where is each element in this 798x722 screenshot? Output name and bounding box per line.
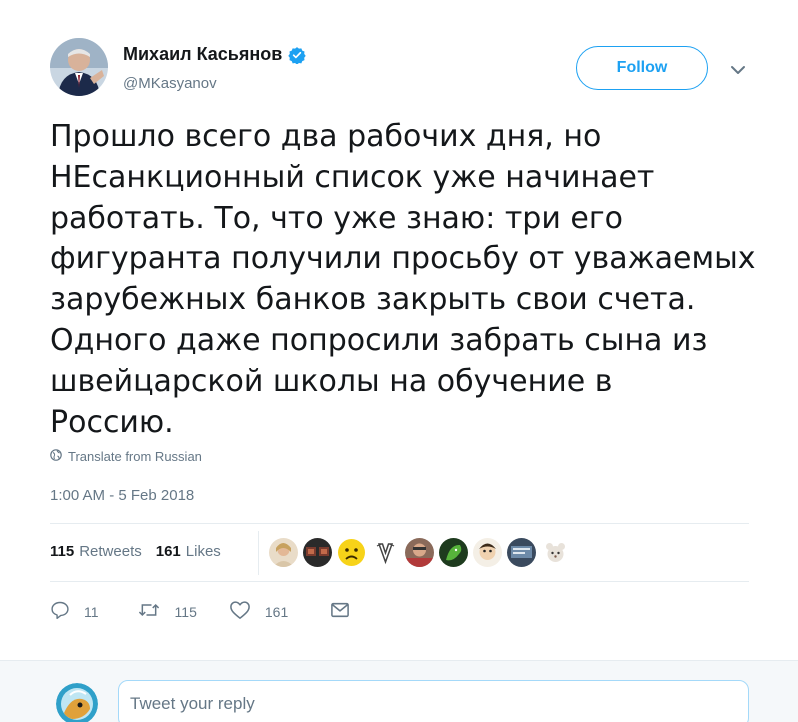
translate-label: Translate from Russian: [68, 449, 202, 464]
likers-avatars: [269, 538, 575, 567]
liker-avatar[interactable]: [269, 538, 298, 567]
chevron-down-icon[interactable]: [728, 60, 748, 80]
author-name-row: Михаил Касьянов: [123, 44, 307, 65]
author-avatar[interactable]: [50, 38, 108, 96]
reply-action[interactable]: 11: [50, 600, 99, 623]
like-action[interactable]: 161: [229, 600, 288, 623]
retweet-icon: [137, 600, 175, 623]
divider-top: [50, 523, 749, 524]
tweet-stats: 115 Retweets 161 Likes: [50, 543, 235, 560]
liker-avatar[interactable]: [303, 538, 332, 567]
liker-avatar[interactable]: [405, 538, 434, 567]
reply-icon: [50, 600, 84, 623]
tweet-text: Прошло всего два рабочих дня, но НЕсанкц…: [50, 119, 756, 440]
likes-label[interactable]: Likes: [186, 543, 221, 560]
retweets-label[interactable]: Retweets: [79, 543, 142, 560]
likes-count[interactable]: 161: [156, 543, 181, 560]
liker-avatar[interactable]: [371, 538, 400, 567]
liker-avatar[interactable]: [337, 538, 366, 567]
reply-input[interactable]: [118, 680, 749, 722]
author-name[interactable]: Михаил Касьянов: [123, 44, 282, 65]
retweets-count[interactable]: 115: [50, 543, 74, 560]
envelope-icon: [330, 601, 364, 622]
liker-avatar[interactable]: [541, 538, 570, 567]
liker-avatar[interactable]: [507, 538, 536, 567]
liker-avatar[interactable]: [473, 538, 502, 567]
translate-link[interactable]: Translate from Russian: [50, 449, 202, 464]
tweet-card: Михаил Касьянов @MKasyanov Follow Прошло…: [0, 0, 798, 660]
reply-composer: [0, 660, 798, 722]
liker-avatar[interactable]: [439, 538, 468, 567]
like-count: 161: [264, 603, 289, 620]
current-user-avatar[interactable]: [56, 683, 98, 722]
retweet-count: 115: [174, 603, 197, 620]
follow-button[interactable]: Follow: [576, 46, 708, 90]
heart-icon: [229, 600, 265, 623]
stats-separator: [258, 531, 259, 575]
direct-message-action[interactable]: [330, 601, 364, 622]
tweet-timestamp[interactable]: 1:00 AM - 5 Feb 2018: [50, 487, 194, 504]
retweet-action[interactable]: 115: [137, 600, 197, 623]
divider-bottom: [50, 581, 749, 582]
author-handle[interactable]: @MKasyanov: [123, 75, 217, 92]
verified-badge-icon: [288, 46, 307, 65]
reply-count: 11: [84, 603, 99, 620]
tweet-actions: 11 115 161: [50, 600, 392, 623]
globe-icon: [50, 449, 68, 464]
